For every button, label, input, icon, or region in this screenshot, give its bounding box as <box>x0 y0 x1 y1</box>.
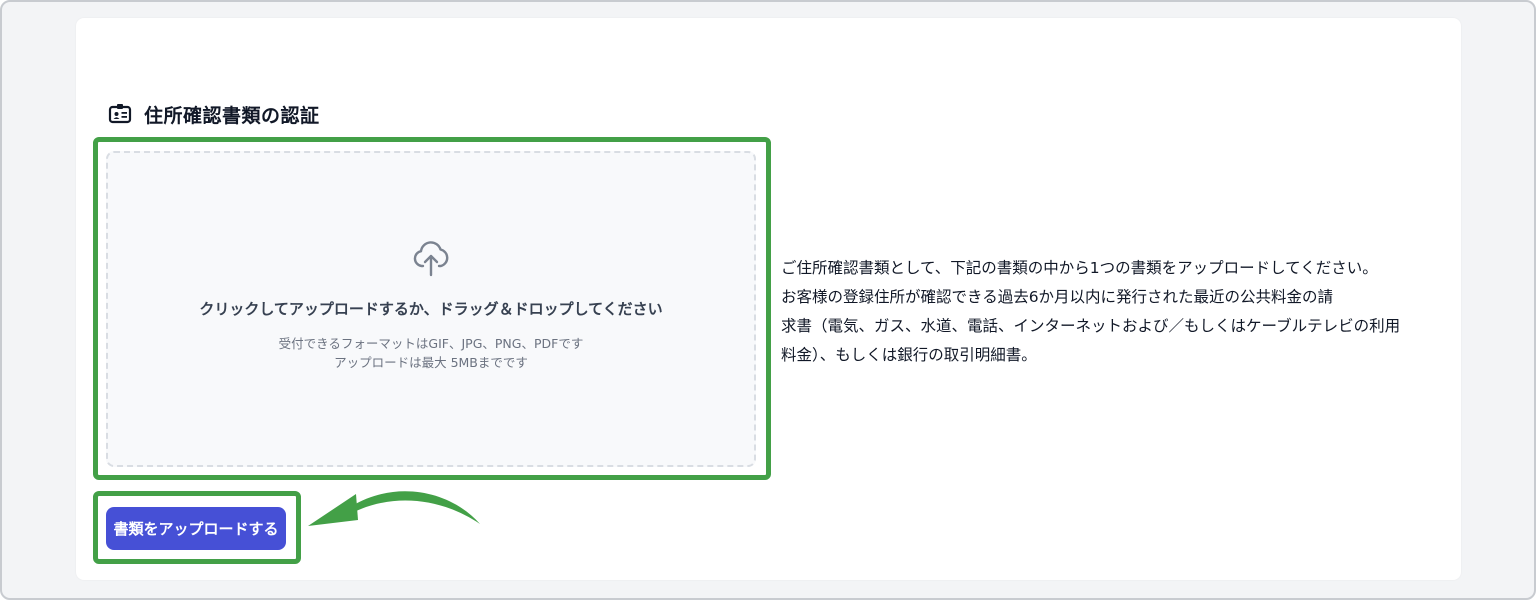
dropzone-size-note: アップロードは最大 5MBまでです <box>334 355 528 370</box>
dropzone-instruction: クリックしてアップロードするか、ドラッグ＆ドロップしてください <box>199 300 663 318</box>
description-line: 料金）、もしくは銀行の取引明細書。 <box>781 346 1037 364</box>
document-requirements-text: ご住所確認書類として、下記の書類の中から1つの書類をアップロードしてください。 … <box>781 254 1441 370</box>
description-line: 求書（電気、ガス、水道、電話、インターネットおよび／もしくはケーブルテレビの利用 <box>781 317 1401 335</box>
id-card-icon <box>108 104 132 124</box>
description-line: お客様の登録住所が確認できる過去6か月以内に発行された最近の公共料金の請 <box>781 288 1334 306</box>
description-line: ご住所確認書類として、下記の書類の中から1つの書類をアップロードしてください。 <box>781 259 1378 277</box>
section-header: 住所確認書類の認証 <box>108 101 320 127</box>
section-title: 住所確認書類の認証 <box>144 104 320 127</box>
pointer-arrow-icon <box>308 491 480 526</box>
upload-document-button[interactable]: 書類をアップロードする <box>106 507 286 550</box>
dropzone-formats-note: 受付できるフォーマットはGIF、JPG、PNG、PDFです <box>278 336 584 351</box>
cloud-upload-icon <box>413 241 449 277</box>
